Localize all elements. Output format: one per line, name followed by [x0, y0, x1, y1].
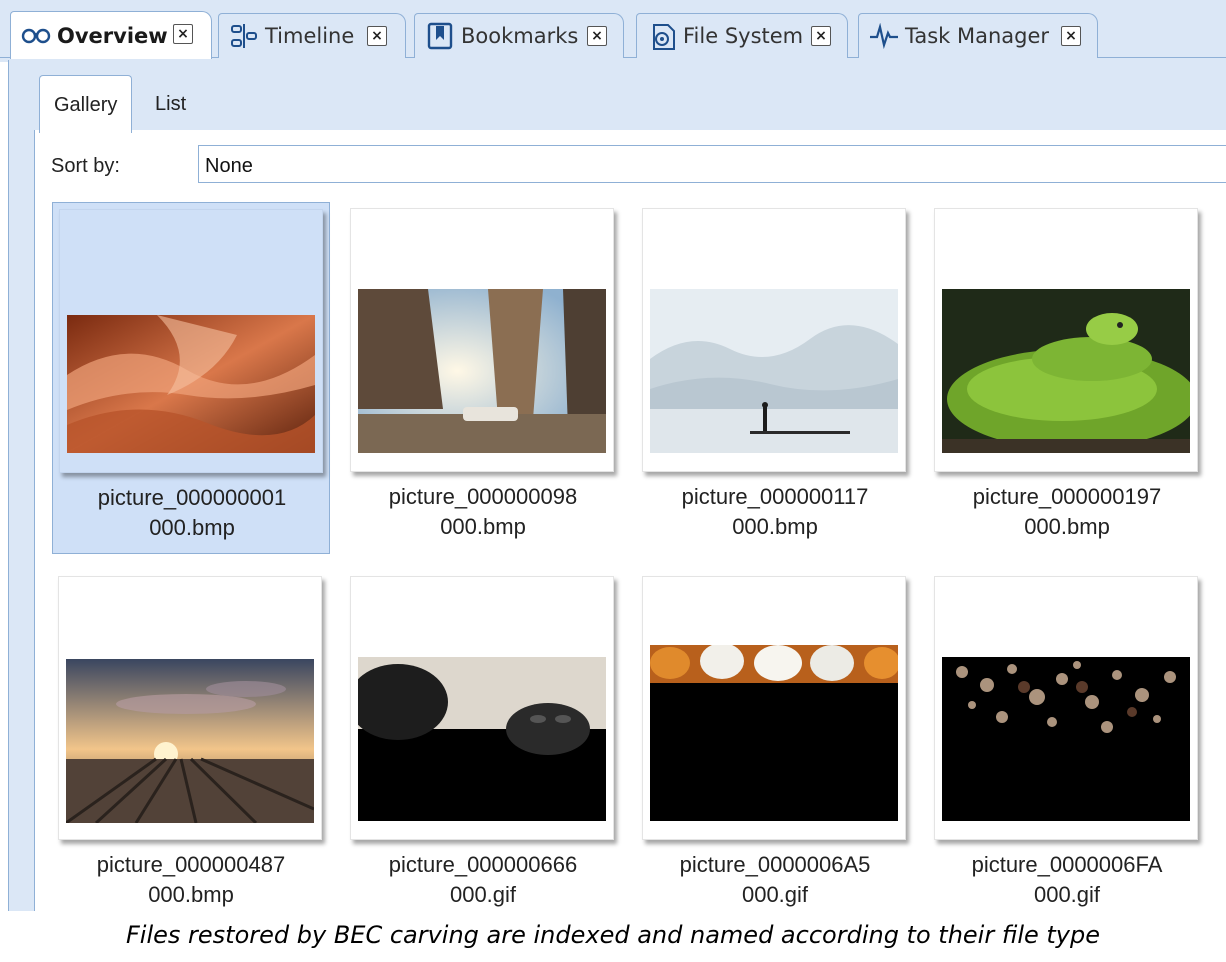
thumbnail-image-street [358, 289, 606, 453]
tab-bookmarks-close-icon[interactable]: × [587, 26, 607, 46]
tab-overview-close-icon[interactable]: × [173, 24, 193, 44]
gallery-item[interactable]: picture_000000197 000.bmp [928, 202, 1206, 554]
bookmark-icon [425, 21, 455, 51]
file-system-icon [647, 21, 677, 51]
file-name-line1: picture_0000006FA [971, 852, 1163, 877]
file-name-line1: picture_000000001 [97, 485, 287, 510]
gallery-item[interactable]: picture_000000117 000.bmp [636, 202, 914, 554]
thumbnail-frame [934, 576, 1198, 840]
thumbnail-image-rail-yard-sunset [66, 659, 314, 823]
file-name: picture_000000098 000.bmp [344, 482, 622, 542]
tab-overview[interactable]: Overview × [10, 11, 212, 59]
tab-file-system[interactable]: File System × [636, 13, 848, 58]
thumbnail-frame [59, 209, 323, 473]
gallery-item[interactable]: picture_000000487 000.bmp [52, 570, 330, 922]
tab-bookmarks-label: Bookmarks [461, 24, 579, 48]
thumbnail-image-misty-lake [650, 289, 898, 453]
file-name: picture_000000487 000.bmp [52, 850, 330, 910]
file-name-line2: 000.bmp [732, 514, 818, 539]
thumbnail-frame [350, 208, 614, 472]
file-name: picture_000000197 000.bmp [928, 482, 1206, 542]
thumbnail-frame [58, 576, 322, 840]
figure-caption-text: Files restored by BEC carving are indexe… [125, 921, 1101, 949]
thumbnail-frame [350, 576, 614, 840]
thumbnail-gallery: picture_000000001 000.bmp picture_000000… [44, 190, 1226, 911]
file-name-line1: picture_000000098 [388, 484, 578, 509]
file-name-line2: 000.gif [449, 882, 517, 907]
tab-task-manager-label: Task Manager [905, 24, 1050, 48]
gallery-item[interactable]: picture_000000001 000.bmp [52, 202, 330, 554]
gallery-item[interactable]: picture_0000006A5 000.gif [636, 570, 914, 922]
file-name-line2: 000.gif [741, 882, 809, 907]
file-name-line2: 000.bmp [149, 515, 235, 540]
gallery-item[interactable]: picture_000000666 000.gif [344, 570, 622, 922]
sort-row: Sort by: None [42, 142, 1226, 186]
tab-task-manager-close-icon[interactable]: × [1061, 26, 1081, 46]
tab-timeline-label: Timeline [265, 24, 355, 48]
tab-file-system-close-icon[interactable]: × [811, 26, 831, 46]
thumbnail-image-green-snake [942, 289, 1190, 453]
file-name: picture_0000006A5 000.gif [636, 850, 914, 910]
file-name-line2: 000.bmp [148, 882, 234, 907]
thumbnail-image-flowers-partial [942, 657, 1190, 821]
tab-bookmarks[interactable]: Bookmarks × [414, 13, 624, 58]
gallery-item[interactable]: picture_0000006FA 000.gif [928, 570, 1206, 922]
file-name-line1: picture_000000666 [388, 852, 578, 877]
file-name-line1: picture_000000487 [96, 852, 286, 877]
file-name-line2: 000.bmp [440, 514, 526, 539]
document-tab-strip: Overview × Timeline × Bookmarks × File S… [0, 0, 1226, 62]
thumbnail-image-canyon [67, 315, 315, 453]
thumbnail-image-gorilla-partial [358, 657, 606, 821]
file-name: picture_000000117 000.bmp [636, 482, 914, 542]
gallery-item[interactable]: picture_000000098 000.bmp [344, 202, 622, 554]
tab-file-system-label: File System [683, 24, 804, 48]
pulse-icon [869, 21, 899, 51]
file-name: picture_000000001 000.bmp [53, 483, 331, 543]
thumbnail-frame [642, 576, 906, 840]
tab-timeline[interactable]: Timeline × [218, 13, 406, 58]
thumbnail-image-pumpkins-partial [650, 645, 898, 821]
file-name-line2: 000.bmp [1024, 514, 1110, 539]
tab-timeline-close-icon[interactable]: × [367, 26, 387, 46]
file-name: picture_0000006FA 000.gif [928, 850, 1206, 910]
glasses-icon [21, 21, 51, 51]
file-name-line1: picture_000000197 [972, 484, 1162, 509]
sort-label: Sort by: [51, 155, 120, 177]
figure-caption: Files restored by BEC carving are indexe… [0, 911, 1226, 962]
file-name-line1: picture_0000006A5 [679, 852, 871, 877]
tab-gallery[interactable]: Gallery [39, 75, 133, 133]
file-name-line1: picture_000000117 [681, 484, 869, 509]
file-name: picture_000000666 000.gif [344, 850, 622, 910]
thumbnail-frame [934, 208, 1198, 472]
tab-list[interactable]: List [141, 75, 200, 132]
timeline-icon [229, 21, 259, 51]
file-name-line2: 000.gif [1033, 882, 1101, 907]
thumbnail-frame [642, 208, 906, 472]
tab-task-manager[interactable]: Task Manager × [858, 13, 1098, 58]
tab-overview-label: Overview [57, 23, 168, 48]
sort-dropdown[interactable]: None [198, 145, 1226, 183]
